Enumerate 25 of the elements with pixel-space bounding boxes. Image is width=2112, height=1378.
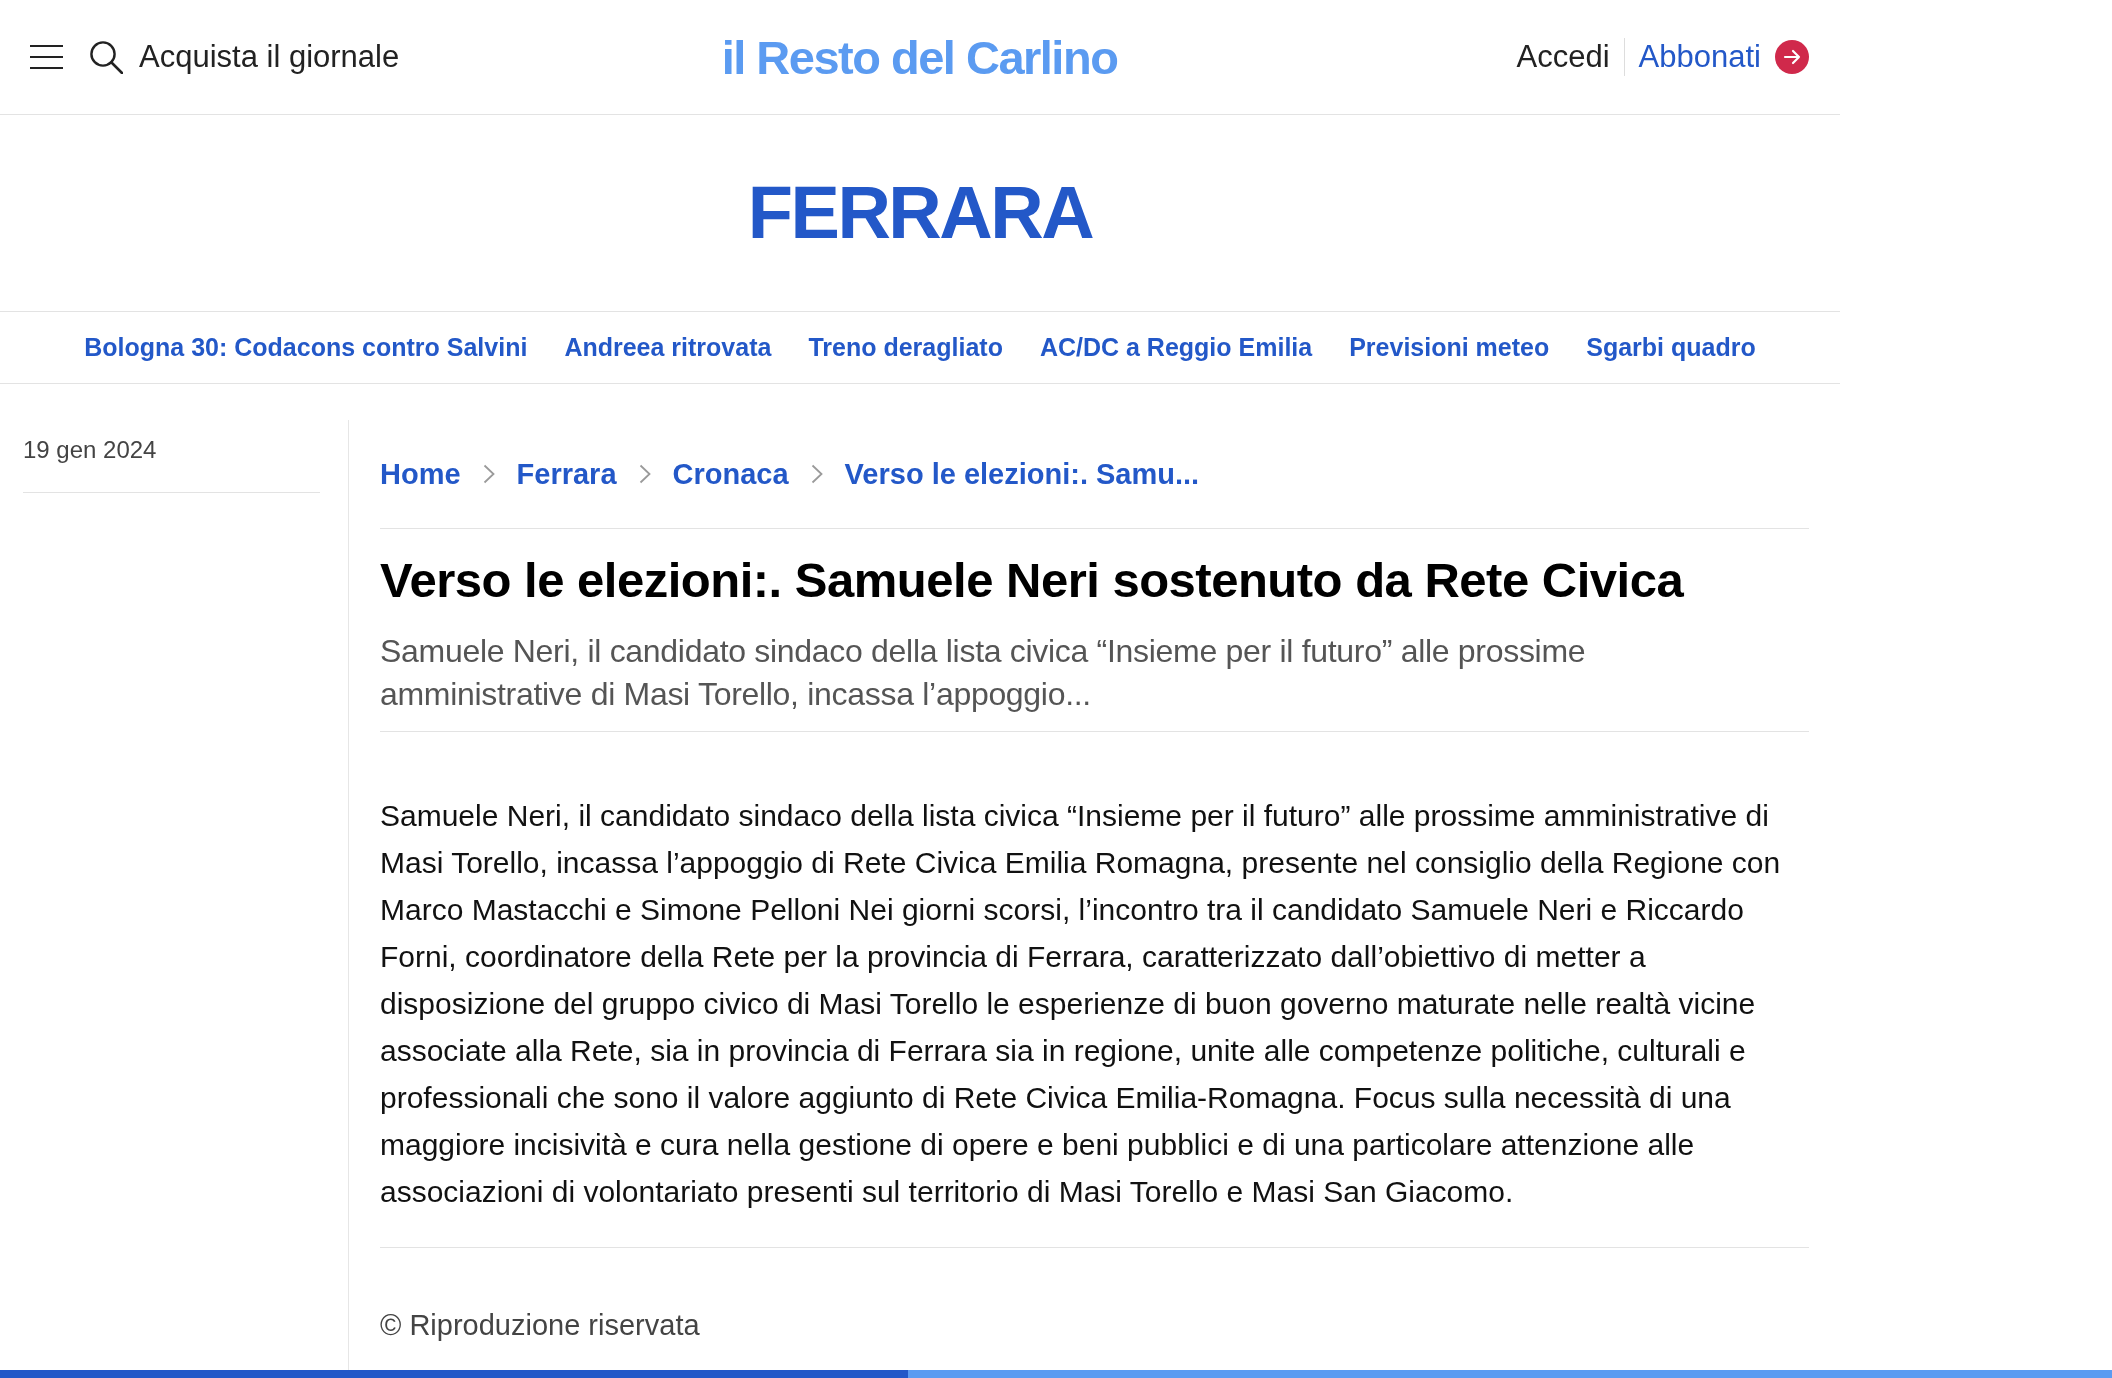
chevron-icon: [638, 464, 651, 484]
breadcrumb-link[interactable]: Ferrara: [516, 454, 617, 494]
article-title: Verso le elezioni:. Samuele Neri sostenuto da Rete Civica: [380, 552, 1685, 609]
copyright-notice: © Riproduzione riservata: [380, 1308, 701, 1343]
breadcrumb-link[interactable]: Cronaca: [672, 454, 789, 494]
search-icon[interactable]: [90, 40, 123, 74]
publish-date: 19 gen 2024: [23, 435, 320, 493]
menu-icon[interactable]: [30, 45, 63, 69]
article-body: Samuele Neri, il candidato sindaco della lista civica “Insieme per il futuro” alle prossime amministrative di Masi Torello, incassa l’appoggio di Rete Civica Emilia Romagna, presente nel consiglio della Regione con Marco Mastacchi e Simone Pelloni Nei giorni scorsi, l’incontro tra il candidato Samuele Neri e Riccardo Forni, coordinatore della Rete per la provincia di Ferrara, caratterizzato dall’obiettivo di metter a disposizione del gruppo civico di Masi Torello le esperienze di buon governo maturate nelle realtà vicine associate alla Rete, sia in provincia di Ferrara sia in regione, unite alle competenze politiche, culturali e professionali che sono il valore aggiunto di Rete Civica Emilia-Romagna. Focus sulla necessità di una maggiore incisività e cura nella gestione di opere e beni pubblici e di una particolare attenzione alle associazioni di volontariato presenti sul territorio di Masi Torello e Masi San Giacomo.: [380, 732, 1809, 1248]
arrow-right-icon: [1775, 40, 1809, 74]
buy-newspaper-link[interactable]: Acquista il giornale: [139, 39, 400, 75]
login-link[interactable]: Accedi: [1516, 39, 1610, 75]
trending-link[interactable]: Bologna 30: Codacons contro Salvini: [84, 333, 528, 362]
article-summary: Samuele Neri, il candidato sindaco della lista civica “Insieme per il futuro” alle prossime amministrative di Masi Torello, incassa l’appoggio...: [380, 632, 1587, 714]
trending-link[interactable]: Andreea ritrovata: [564, 333, 772, 362]
trending-link[interactable]: Previsioni meteo: [1349, 333, 1550, 362]
section-title: FERRARA: [747, 176, 1093, 250]
subscribe-link[interactable]: Abbonati: [1638, 39, 1809, 75]
trending-link[interactable]: Treno deragliato: [808, 333, 1003, 362]
breadcrumb-link[interactable]: Verso le elezioni:. Samu...: [844, 454, 1200, 494]
trending-link[interactable]: Sgarbi quadro: [1586, 333, 1756, 362]
trending-link[interactable]: AC/DC a Reggio Emilia: [1039, 333, 1313, 362]
breadcrumb-link[interactable]: Home: [380, 454, 461, 494]
chevron-icon: [482, 464, 495, 484]
chevron-icon: [810, 464, 823, 484]
